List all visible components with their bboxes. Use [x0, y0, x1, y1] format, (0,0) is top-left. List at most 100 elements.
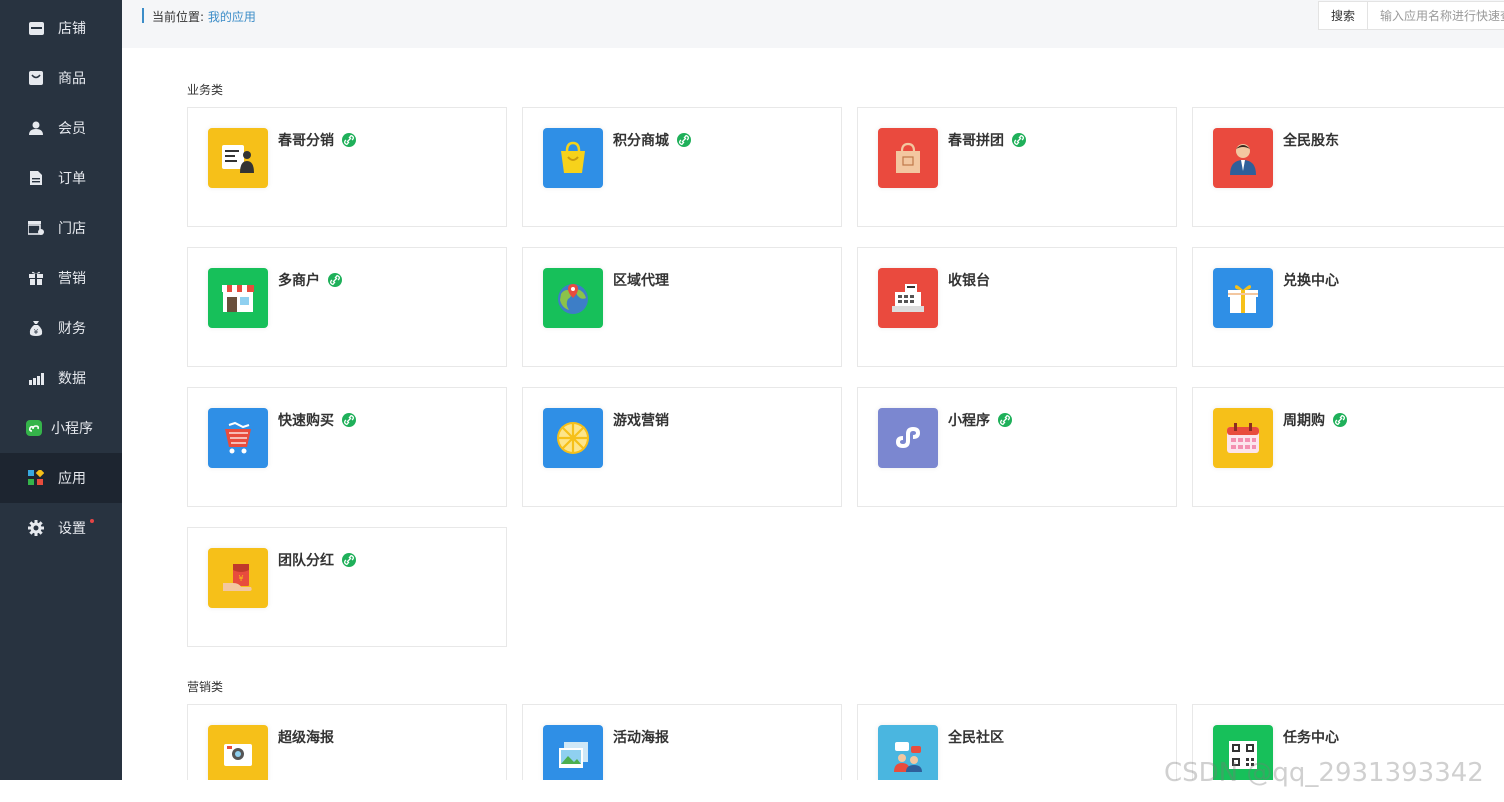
search-button[interactable]: 搜索 [1318, 1, 1368, 30]
search-input[interactable] [1367, 1, 1504, 30]
section-title: 业务类 [187, 83, 224, 97]
app-card-exchange-center[interactable]: 兑换中心 [1192, 247, 1504, 367]
sidebar-item-label: 门店 [58, 221, 86, 237]
sidebar-item-label: 数据 [58, 371, 86, 387]
community-people-icon [878, 725, 938, 780]
sidebar-item-label: 订单 [58, 171, 86, 187]
app-card-miniprogram[interactable]: 小程序 [857, 387, 1177, 507]
wheel-icon [543, 408, 603, 468]
section-title: 营销类 [187, 680, 224, 694]
app-card-quick-buy[interactable]: 快速购买 [187, 387, 507, 507]
link-icon [998, 413, 1012, 427]
breadcrumb-prefix: 当前位置: [152, 10, 205, 24]
sidebar-item-order[interactable]: 订单 [0, 153, 122, 203]
sidebar-item-label: 营销 [58, 271, 86, 287]
app-name: 团队分红 [278, 550, 356, 570]
shopping-bag-icon [543, 128, 603, 188]
miniprogram-icon [26, 420, 42, 436]
app-name: 全民股东 [1283, 133, 1339, 149]
topbar: 当前位置: 我的应用 搜索 [122, 0, 1504, 48]
app-card-shareholder[interactable]: 全民股东 [1192, 107, 1504, 227]
notification-dot [90, 519, 94, 523]
poster-camera-icon [208, 725, 268, 780]
app-card-periodic-buy[interactable]: 周期购 [1192, 387, 1504, 507]
app-name: 多商户 [278, 270, 342, 290]
member-icon [28, 120, 44, 136]
link-icon [342, 553, 356, 567]
watermark: CSDN @qq_2931393342 [1164, 758, 1484, 788]
app-name: 超级海报 [278, 730, 334, 746]
app-card-multi-merchant[interactable]: 多商户 [187, 247, 507, 367]
app-name: 收银台 [948, 273, 990, 289]
photo-icon [543, 725, 603, 780]
shopping-cart-icon [208, 408, 268, 468]
gift-icon [28, 270, 44, 286]
link-icon [1333, 413, 1347, 427]
app-list-panel: 业务类 春哥分销 积分商城 春哥拼团 全民股东 多商户 区域代理 收银台 兑换中… [142, 48, 1504, 780]
store-icon [28, 20, 44, 36]
shareholder-person-icon [1213, 128, 1273, 188]
app-card-game-marketing[interactable]: 游戏营销 [522, 387, 842, 507]
app-name: 春哥拼团 [948, 130, 1026, 150]
breadcrumb: 当前位置: 我的应用 [152, 8, 256, 25]
cash-register-icon [878, 268, 938, 328]
sidebar-item-label: 设置 [58, 521, 86, 537]
globe-pin-icon [543, 268, 603, 328]
app-name: 周期购 [1283, 410, 1347, 430]
sidebar-item-apps[interactable]: 应用 [0, 453, 122, 503]
distribution-icon [208, 128, 268, 188]
sidebar-item-data[interactable]: 数据 [0, 353, 122, 403]
sidebar: 店铺 商品 会员 订单 门店 营销 ¥ 财务 数据 小程序 应用 设置 [0, 0, 122, 780]
app-name: 小程序 [948, 410, 1012, 430]
app-card-super-poster[interactable]: 超级海报 [187, 704, 507, 780]
breadcrumb-current[interactable]: 我的应用 [208, 10, 256, 24]
chart-icon [28, 370, 44, 386]
sidebar-item-marketing[interactable]: 营销 [0, 253, 122, 303]
link-icon [677, 133, 691, 147]
link-icon [1012, 133, 1026, 147]
link-icon [342, 133, 356, 147]
gear-icon [28, 520, 44, 536]
svg-text:¥: ¥ [34, 328, 39, 336]
sidebar-item-settings[interactable]: 设置 [0, 503, 122, 553]
sidebar-item-store[interactable]: 店铺 [0, 3, 122, 53]
goods-icon [28, 70, 44, 86]
app-card-team-dividend[interactable]: ¥ 团队分红 [187, 527, 507, 647]
breadcrumb-marker [142, 8, 144, 23]
app-card-cashier[interactable]: 收银台 [857, 247, 1177, 367]
app-card-community[interactable]: 全民社区 [857, 704, 1177, 780]
app-name: 活动海报 [613, 730, 669, 746]
sidebar-item-member[interactable]: 会员 [0, 103, 122, 153]
app-card-points-mall[interactable]: 积分商城 [522, 107, 842, 227]
sidebar-item-shop[interactable]: 门店 [0, 203, 122, 253]
app-name: 全民社区 [948, 730, 1004, 746]
sidebar-item-label: 应用 [58, 471, 86, 487]
link-icon [342, 413, 356, 427]
app-name: 积分商城 [613, 130, 691, 150]
app-card-group-buy[interactable]: 春哥拼团 [857, 107, 1177, 227]
apps-icon [28, 470, 44, 486]
app-name: 快速购买 [278, 410, 356, 430]
app-name: 区域代理 [613, 273, 669, 289]
app-name: 兑换中心 [1283, 273, 1339, 289]
shop-icon [28, 220, 44, 236]
money-bag-icon: ¥ [28, 320, 44, 336]
sidebar-item-label: 店铺 [58, 21, 86, 37]
app-card-distribution[interactable]: 春哥分销 [187, 107, 507, 227]
sidebar-item-miniprogram[interactable]: 小程序 [0, 403, 122, 453]
app-card-activity-poster[interactable]: 活动海报 [522, 704, 842, 780]
app-card-regional-agent[interactable]: 区域代理 [522, 247, 842, 367]
app-name: 任务中心 [1283, 730, 1339, 746]
red-envelope-icon: ¥ [208, 548, 268, 608]
sidebar-item-goods[interactable]: 商品 [0, 53, 122, 103]
storefront-icon [208, 268, 268, 328]
link-icon [328, 273, 342, 287]
calendar-icon [1213, 408, 1273, 468]
app-name: 游戏营销 [613, 413, 669, 429]
order-icon [28, 170, 44, 186]
miniprogram-logo-icon [878, 408, 938, 468]
group-buy-bag-icon [878, 128, 938, 188]
sidebar-item-label: 小程序 [51, 421, 93, 437]
svg-text:¥: ¥ [238, 574, 243, 583]
sidebar-item-finance[interactable]: ¥ 财务 [0, 303, 122, 353]
